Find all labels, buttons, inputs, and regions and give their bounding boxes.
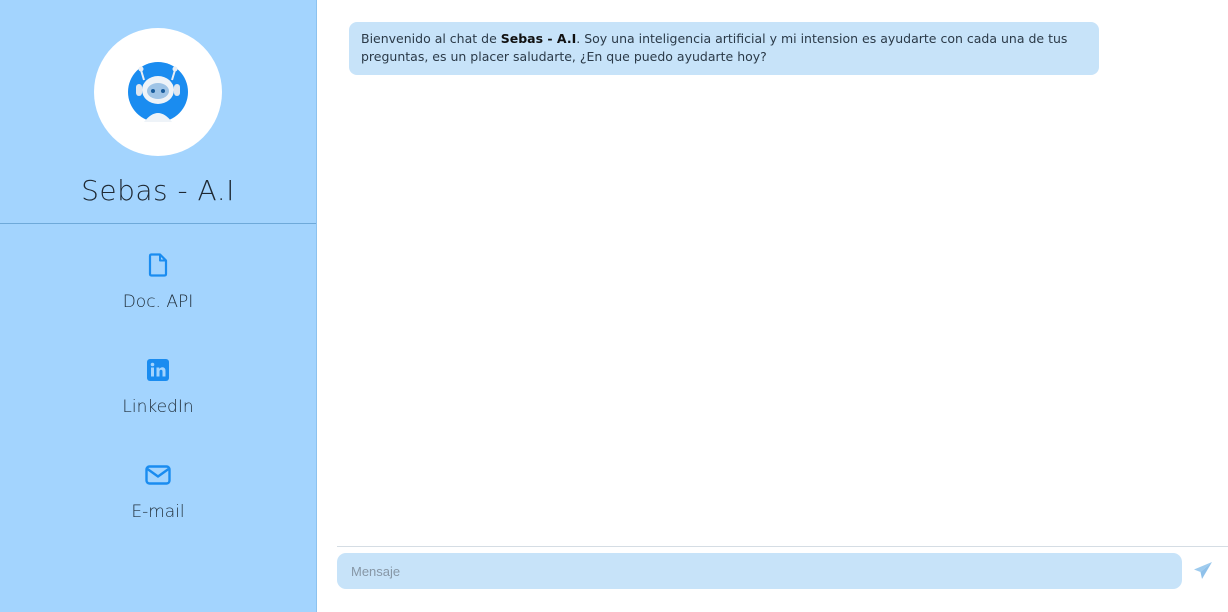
send-icon [1194,562,1212,579]
message-composer [337,546,1228,612]
envelope-icon [145,462,171,488]
sidebar-item-doc-api[interactable]: Doc. API [122,252,194,357]
message-bold-text: Sebas - A.I [500,31,577,46]
sidebar-item-email[interactable]: E-mail [131,462,185,567]
sidebar-item-label: Doc. API [122,292,194,312]
chat-panel: Bienvenido al chat de Sebas - A.I. Soy u… [317,0,1228,612]
sidebar-item-label: E-mail [131,502,185,522]
bot-message: Bienvenido al chat de Sebas - A.I. Soy u… [349,22,1099,75]
bot-name: Sebas - A.I [81,174,235,207]
sidebar-item-linkedin[interactable]: LinkedIn [122,357,194,462]
app-window: Sebas - A.I Doc. API LinkedIn E-mail Bie… [0,0,1228,612]
sidebar-divider [0,223,316,224]
sidebar-item-label: LinkedIn [122,397,194,417]
send-button[interactable] [1192,560,1214,582]
sidebar: Sebas - A.I Doc. API LinkedIn E-mail [0,0,317,612]
robot-icon [128,62,188,122]
bot-avatar [94,28,222,156]
message-input[interactable] [337,553,1182,589]
sidebar-nav: Doc. API LinkedIn E-mail [0,252,316,567]
message-text: Bienvenido al chat de [361,31,501,46]
file-icon [145,252,171,278]
linkedin-icon [145,357,171,383]
message-list: Bienvenido al chat de Sebas - A.I. Soy u… [317,0,1228,75]
